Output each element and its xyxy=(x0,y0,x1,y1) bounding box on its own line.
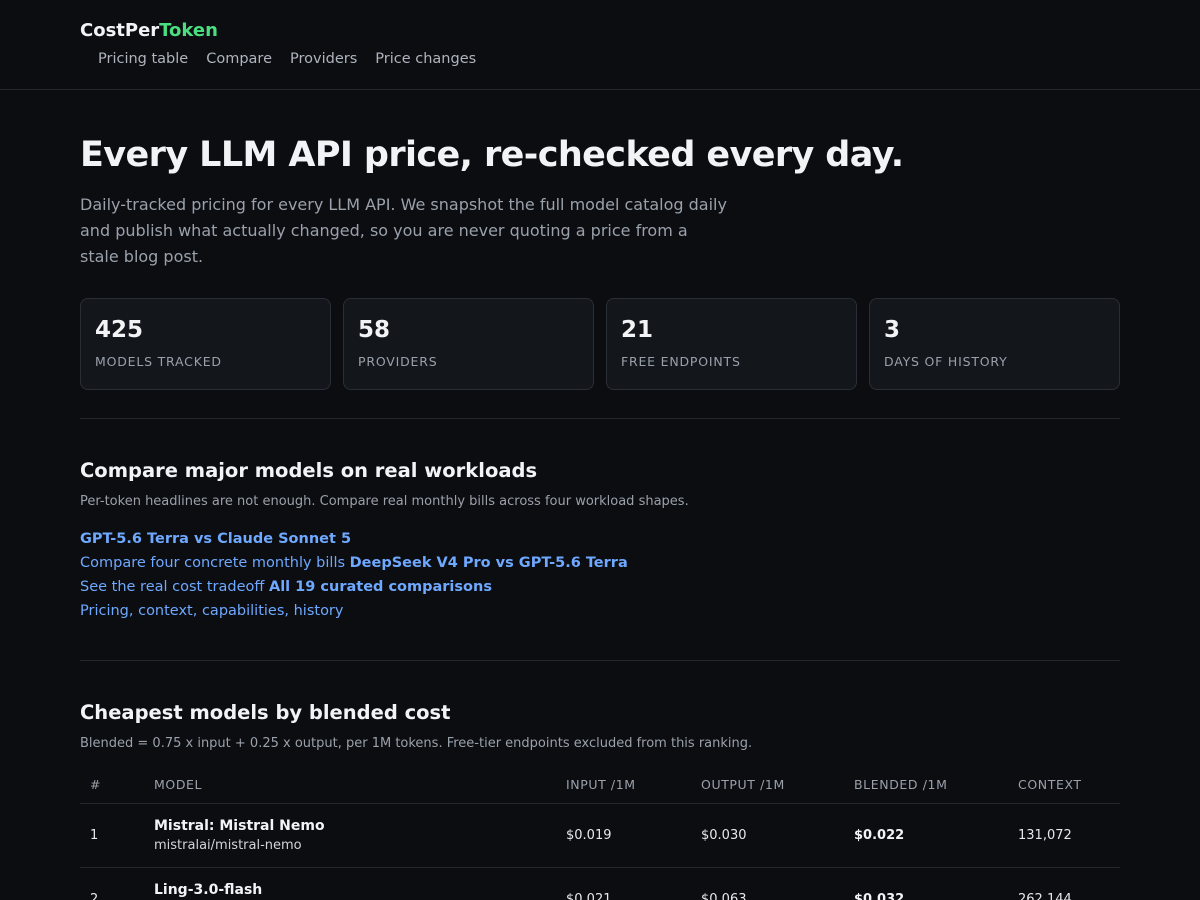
col-context[interactable]: CONTEXT xyxy=(1008,766,1120,804)
main-nav: Pricing table Compare Providers Price ch… xyxy=(80,51,1120,67)
nav-compare[interactable]: Compare xyxy=(206,51,272,67)
cheapest-section-subtitle: Blended = 0.75 x input + 0.25 x output, … xyxy=(80,736,753,751)
brand-accent: Token xyxy=(159,20,218,41)
stat-days-of-history: 3 DAYS OF HISTORY xyxy=(869,298,1120,390)
stat-free-endpoints: 21 FREE ENDPOINTS xyxy=(606,298,857,390)
col-output[interactable]: OUTPUT /1M xyxy=(691,766,844,804)
stat-value: 21 xyxy=(621,317,654,343)
stat-value: 3 xyxy=(884,317,901,343)
cell-output: $0.030 xyxy=(691,803,844,868)
comparison-link-line[interactable]: See the real cost tradeoff All 19 curate… xyxy=(80,575,1120,599)
main-content: Every LLM API price, re-checked every da… xyxy=(0,135,1200,900)
nav-price-changes[interactable]: Price changes xyxy=(375,51,476,67)
stats-row: 425 MODELS TRACKED 58 PROVIDERS 21 FREE … xyxy=(80,298,1120,390)
comparison-links: GPT-5.6 Terra vs Claude Sonnet 5 Compare… xyxy=(80,527,1120,623)
cell-input: $0.019 xyxy=(556,803,691,868)
link-strong-text[interactable]: GPT-5.6 Terra vs Claude Sonnet 5 xyxy=(80,531,351,547)
link-text[interactable]: Pricing, context, capabilities, history xyxy=(80,603,343,619)
stat-label: DAYS OF HISTORY xyxy=(884,354,1008,369)
cell-model[interactable]: Ling-3.0-flash inclusionai/ling-3.0-flas… xyxy=(144,867,556,900)
cell-rank: 2 xyxy=(80,867,144,900)
hero-title: Every LLM API price, re-checked every da… xyxy=(80,135,904,175)
cell-model[interactable]: Mistral: Mistral Nemo mistralai/mistral-… xyxy=(144,803,556,868)
stat-value: 58 xyxy=(358,317,391,343)
table-row[interactable]: 2 Ling-3.0-flash inclusionai/ling-3.0-fl… xyxy=(80,867,1120,900)
stat-label: FREE ENDPOINTS xyxy=(621,354,741,369)
table-header-row: # MODEL INPUT /1M OUTPUT /1M BLENDED /1M… xyxy=(80,766,1120,804)
compare-section-subtitle: Per-token headlines are not enough. Comp… xyxy=(80,494,689,509)
cell-blended: $0.022 xyxy=(844,803,1008,868)
link-text: Compare four concrete monthly bills xyxy=(80,555,350,571)
col-model[interactable]: MODEL xyxy=(144,766,556,804)
cheapest-section-title: Cheapest models by blended cost xyxy=(80,701,451,724)
model-name[interactable]: Ling-3.0-flash xyxy=(154,882,546,898)
link-text: See the real cost tradeoff xyxy=(80,579,269,595)
nav-providers[interactable]: Providers xyxy=(290,51,357,67)
stat-label: PROVIDERS xyxy=(358,354,438,369)
col-input[interactable]: INPUT /1M xyxy=(556,766,691,804)
section-divider xyxy=(80,660,1120,661)
comparison-link-line[interactable]: GPT-5.6 Terra vs Claude Sonnet 5 xyxy=(80,527,1120,551)
comparison-link-line[interactable]: Compare four concrete monthly bills Deep… xyxy=(80,551,1120,575)
cell-context: 131,072 xyxy=(1008,803,1120,868)
cell-input: $0.021 xyxy=(556,867,691,900)
col-rank[interactable]: # xyxy=(80,766,144,804)
nav-pricing-table[interactable]: Pricing table xyxy=(98,51,188,67)
model-id: mistralai/mistral-nemo xyxy=(154,837,302,853)
stat-label: MODELS TRACKED xyxy=(95,354,222,369)
model-name[interactable]: Mistral: Mistral Nemo xyxy=(154,818,546,834)
stat-value: 425 xyxy=(95,317,144,343)
comparison-link-line[interactable]: Pricing, context, capabilities, history xyxy=(80,599,1120,623)
cheapest-models-table: # MODEL INPUT /1M OUTPUT /1M BLENDED /1M… xyxy=(80,766,1120,900)
hero-subtitle: Daily-tracked pricing for every LLM API.… xyxy=(80,195,727,266)
site-header: CostPerToken Pricing table Compare Provi… xyxy=(0,0,1200,90)
stat-models-tracked: 425 MODELS TRACKED xyxy=(80,298,331,390)
section-divider xyxy=(80,418,1120,419)
compare-section-title: Compare major models on real workloads xyxy=(80,459,538,482)
brand-logo[interactable]: CostPerToken xyxy=(80,20,1120,46)
table-row[interactable]: 1 Mistral: Mistral Nemo mistralai/mistra… xyxy=(80,803,1120,868)
cell-context: 262,144 xyxy=(1008,867,1120,900)
cell-blended: $0.032 xyxy=(844,867,1008,900)
brand-main: CostPer xyxy=(80,20,160,41)
stat-providers: 58 PROVIDERS xyxy=(343,298,594,390)
cell-rank: 1 xyxy=(80,803,144,868)
link-strong-text[interactable]: DeepSeek V4 Pro vs GPT-5.6 Terra xyxy=(350,555,628,571)
cell-output: $0.063 xyxy=(691,867,844,900)
link-strong-text[interactable]: All 19 curated comparisons xyxy=(269,579,492,595)
col-blended[interactable]: BLENDED /1M xyxy=(844,766,1008,804)
